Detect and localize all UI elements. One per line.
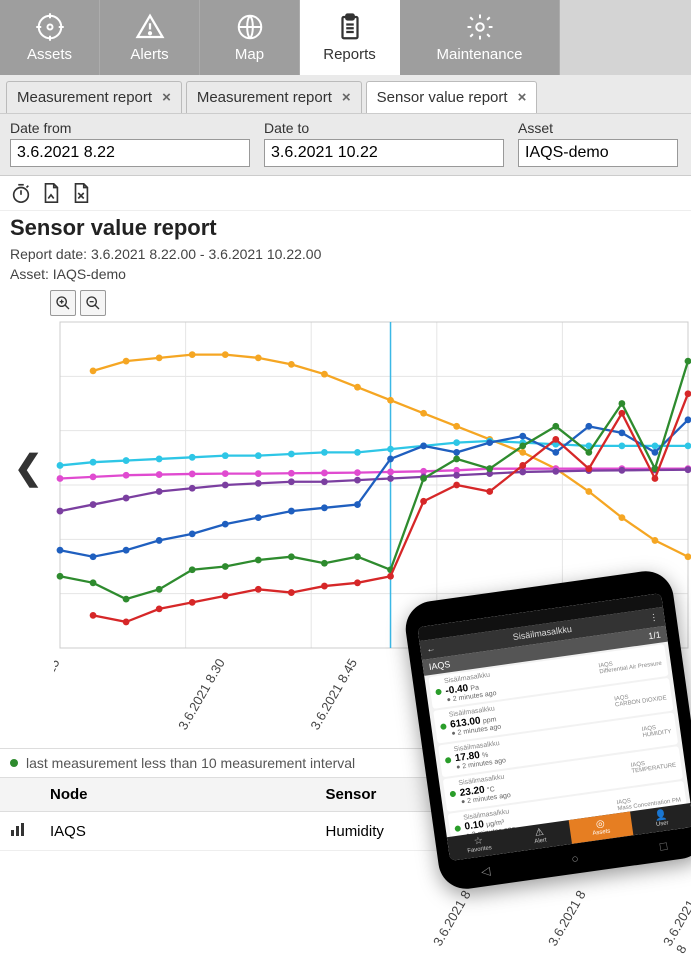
tab-label: Measurement report bbox=[197, 89, 332, 106]
legend-text-2: last bbox=[659, 755, 681, 771]
legend-dot-1 bbox=[10, 759, 18, 767]
date-to-input[interactable] bbox=[264, 139, 504, 167]
nav-label: Alerts bbox=[130, 46, 168, 63]
close-icon[interactable]: × bbox=[518, 89, 527, 106]
tab-measurement-report-2[interactable]: Measurement report × bbox=[186, 81, 362, 113]
zoom-in-icon bbox=[55, 295, 71, 311]
zoom-row bbox=[0, 286, 691, 318]
svg-text:3.6.2021 8.45: 3.6.2021 8.45 bbox=[307, 656, 360, 732]
tab-measurement-report-1[interactable]: Measurement report × bbox=[6, 81, 182, 113]
table-row[interactable]: IAQS Humidity bbox=[0, 812, 691, 851]
clipboard-icon bbox=[335, 12, 365, 42]
nav-spacer bbox=[560, 0, 691, 75]
alert-icon bbox=[135, 12, 165, 42]
legend-dot-2 bbox=[643, 759, 651, 767]
svg-text:3.6.2021 9.00: 3.6.2021 9.00 bbox=[440, 656, 493, 732]
nav-label: Reports bbox=[323, 46, 376, 63]
nav-assets[interactable]: Assets bbox=[0, 0, 100, 75]
table-header-sensor: Sensor bbox=[316, 778, 691, 812]
tab-label: Sensor value report bbox=[377, 89, 508, 106]
nav-label: Maintenance bbox=[437, 46, 523, 63]
zoom-out-button[interactable] bbox=[80, 290, 106, 316]
table-header-node: Node bbox=[40, 778, 316, 812]
stray-x-labels: 3.6.2021 8 3.6.2021 8 3.6.2021 8 bbox=[0, 851, 691, 971]
asset-label: Asset bbox=[518, 120, 678, 136]
row-sensor: Humidity bbox=[316, 812, 691, 851]
zoom-out-icon bbox=[85, 295, 101, 311]
tab-bar: Measurement report × Measurement report … bbox=[0, 75, 691, 114]
report-header: Sensor value report Report date: 3.6.202… bbox=[0, 211, 691, 286]
date-from-input[interactable] bbox=[10, 139, 250, 167]
gear-icon bbox=[465, 12, 495, 42]
stray-label: 3.6.2021 8 bbox=[660, 897, 691, 956]
stray-label: 3.6.2021 8 bbox=[430, 888, 474, 949]
legend-text-1: last measurement less than 10 measuremen… bbox=[26, 755, 355, 771]
top-nav: Assets Alerts Map Reports Maintenance bbox=[0, 0, 691, 75]
zoom-in-button[interactable] bbox=[50, 290, 76, 316]
chart-area: ❮ 3.6.2021 8.15 3.6.2021 8.30 3.6.2021 8.4… bbox=[0, 318, 691, 748]
stopwatch-icon[interactable] bbox=[10, 182, 32, 204]
nav-alerts[interactable]: Alerts bbox=[100, 0, 200, 75]
action-row bbox=[0, 176, 691, 211]
nav-map[interactable]: Map bbox=[200, 0, 300, 75]
asset-input[interactable] bbox=[518, 139, 678, 167]
bar-chart-icon bbox=[10, 822, 28, 836]
close-icon[interactable]: × bbox=[162, 89, 171, 106]
close-icon[interactable]: × bbox=[342, 89, 351, 106]
date-from-label: Date from bbox=[10, 120, 250, 136]
row-node: IAQS bbox=[40, 812, 316, 851]
nav-label: Map bbox=[235, 46, 264, 63]
nav-label: Assets bbox=[27, 46, 72, 63]
tab-label: Measurement report bbox=[17, 89, 152, 106]
table-header-blank bbox=[0, 778, 40, 812]
tab-sensor-value-report[interactable]: Sensor value report × bbox=[366, 81, 538, 113]
report-asset-line: Asset: IAQS-demo bbox=[10, 265, 681, 285]
row-chart-icon[interactable] bbox=[0, 812, 40, 851]
globe-icon bbox=[235, 12, 265, 42]
sensor-table: Node Sensor IAQS Humidity bbox=[0, 778, 691, 851]
date-to-label: Date to bbox=[264, 120, 504, 136]
stray-label: 3.6.2021 8 bbox=[545, 888, 589, 949]
report-title: Sensor value report bbox=[10, 215, 681, 241]
pdf-icon[interactable] bbox=[40, 182, 62, 204]
excel-icon[interactable] bbox=[70, 182, 92, 204]
svg-text:3.6.2021 8.30: 3.6.2021 8.30 bbox=[175, 656, 228, 732]
chart-legend: last measurement less than 10 measuremen… bbox=[0, 748, 691, 778]
filter-bar: Date from Date to Asset bbox=[0, 114, 691, 176]
svg-text:3.6.2021 8.15: 3.6.2021 8.15 bbox=[54, 656, 63, 732]
report-date-line: Report date: 3.6.2021 8.22.00 - 3.6.2021… bbox=[10, 245, 681, 265]
target-icon bbox=[35, 12, 65, 42]
sensor-chart[interactable]: 3.6.2021 8.15 3.6.2021 8.30 3.6.2021 8.45 3… bbox=[54, 318, 691, 748]
chart-prev-button[interactable]: ❮ bbox=[14, 448, 43, 488]
nav-reports[interactable]: Reports bbox=[300, 0, 400, 75]
nav-maintenance[interactable]: Maintenance bbox=[400, 0, 560, 75]
